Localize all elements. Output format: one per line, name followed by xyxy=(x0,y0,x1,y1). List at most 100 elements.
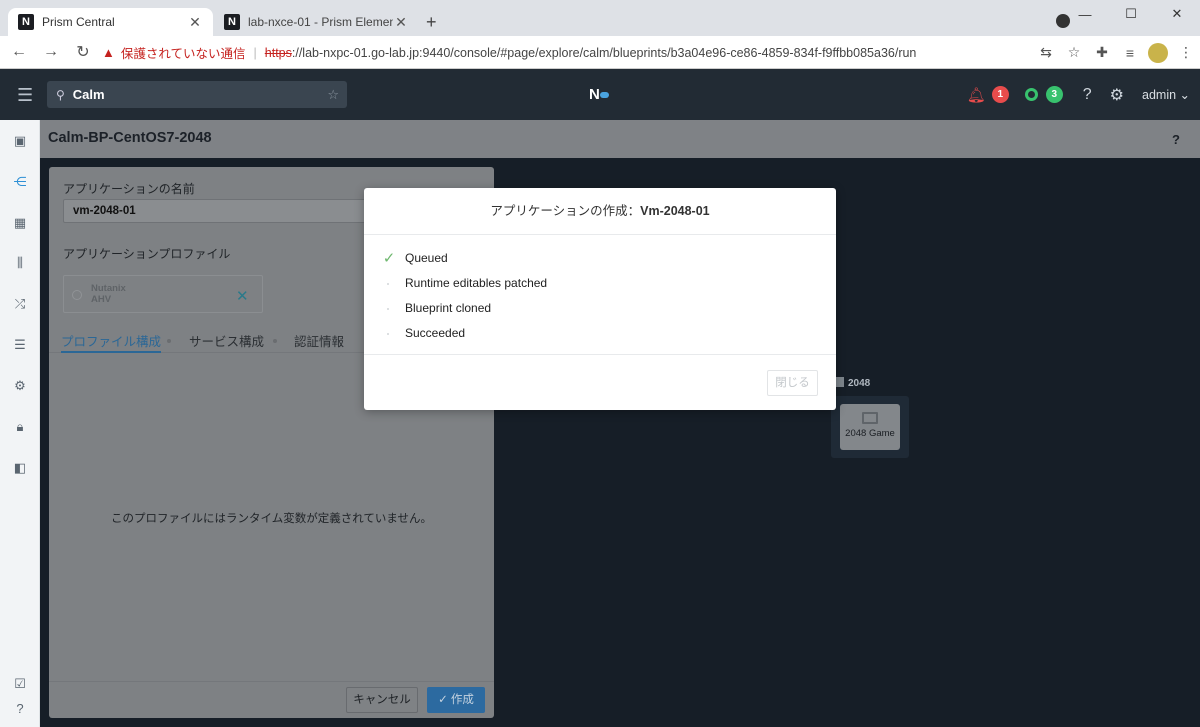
tab-title: lab-nxce-01 - Prism Element xyxy=(248,15,393,29)
url-text: ://lab-nxpc-01.go-lab.jp:9440/console/#p… xyxy=(291,45,917,60)
tab-separator-dot xyxy=(167,339,171,343)
profile-line1: Nutanix xyxy=(91,283,126,294)
page-title: Calm-BP-CentOS7-2048 xyxy=(48,130,212,146)
extensions-icon[interactable]: ✚ xyxy=(1088,44,1116,61)
tab-separator-dot xyxy=(273,339,277,343)
tab-close-icon[interactable]: ✕ xyxy=(187,14,203,31)
settings-gear-icon[interactable]: ⚙ xyxy=(1110,85,1124,105)
step-label: Queued xyxy=(405,251,448,265)
new-tab-button[interactable]: + xyxy=(426,12,437,33)
tab-prism-central[interactable]: N Prism Central ✕ xyxy=(8,8,213,36)
user-menu[interactable]: admin ⌄ xyxy=(1142,87,1190,102)
nutanix-favicon-icon: N xyxy=(18,14,34,30)
step-queued: ✓ Queued xyxy=(381,246,547,271)
task-ring-icon[interactable] xyxy=(1024,88,1038,101)
nutanix-favicon-icon: N xyxy=(224,14,240,30)
progress-steps: ✓ Queued Runtime editables patched Bluepr… xyxy=(381,246,547,346)
close-window-icon[interactable]: ✕ xyxy=(1154,0,1200,28)
task-count-badge[interactable]: 3 xyxy=(1045,86,1063,103)
back-icon[interactable]: ← xyxy=(6,43,32,61)
step-label: Blueprint cloned xyxy=(405,301,492,315)
step-label: Runtime editables patched xyxy=(405,276,548,290)
close-button[interactable]: 閉じる xyxy=(767,370,818,396)
browser-tabbar: N Prism Central ✕ N lab-nxce-01 - Prism … xyxy=(0,0,1200,36)
create-app-modal: アプリケーションの作成：Vm-2048-01 ✓ Queued Runtime e… xyxy=(364,188,836,410)
tab-service-config[interactable]: サービス構成 xyxy=(189,331,264,350)
modal-title-name: Vm-2048-01 xyxy=(640,204,710,218)
library-icon[interactable]: ⫼ xyxy=(12,256,28,270)
separator: | xyxy=(253,45,257,60)
app-name-input[interactable]: vm-2048-01 xyxy=(63,199,393,223)
step-label: Succeeded xyxy=(405,326,466,340)
logo-text: N xyxy=(589,86,600,103)
tab-prism-element[interactable]: N lab-nxce-01 - Prism Element ✕ xyxy=(214,8,419,36)
search-icon: ⚲ xyxy=(56,87,65,102)
create-label: 作成 xyxy=(450,694,474,706)
page-help-icon[interactable]: ? xyxy=(1172,132,1180,147)
forward-icon[interactable]: → xyxy=(38,43,64,61)
tab-close-icon[interactable]: ✕ xyxy=(393,14,409,31)
service-group-label: 2048 xyxy=(834,377,870,389)
panel-footer: キャンセル ✓ 作成 xyxy=(49,681,494,718)
maximize-icon[interactable]: ☐ xyxy=(1108,0,1154,28)
service-card[interactable]: 2048 Game xyxy=(840,404,900,450)
marketplace-bag-icon[interactable]: ▣ xyxy=(12,134,28,148)
pending-dot-icon xyxy=(387,283,389,285)
address-bar[interactable]: ▲ 保護されていない通信 | https ://lab-nxpc-01.go-l… xyxy=(92,40,1082,65)
modal-footer: 閉じる xyxy=(364,354,836,410)
blueprints-icon[interactable]: ⋲ xyxy=(12,175,28,189)
help-icon[interactable]: ? xyxy=(1083,86,1092,104)
nav-help-icon[interactable]: ? xyxy=(12,702,28,716)
header-actions: 🔔︎ 1 3 ? ⚙ admin ⌄ xyxy=(967,69,1200,120)
step-runtime-editables: Runtime editables patched xyxy=(381,271,547,296)
profile-card[interactable]: Nutanix AHV ✕ xyxy=(63,275,263,313)
empty-state-message: このプロファイルにはランタイム変数が定義されていません。 xyxy=(110,513,433,525)
hamburger-menu-icon[interactable]: ☰ xyxy=(17,85,33,106)
alert-count-badge[interactable]: 1 xyxy=(991,86,1009,103)
tab-title: Prism Central xyxy=(42,15,115,29)
security-label[interactable]: 保護されていない通信 xyxy=(121,43,246,62)
modal-title-prefix: アプリケーションの作成： xyxy=(490,204,641,218)
endpoints-icon[interactable]: ☰ xyxy=(12,338,28,352)
logo-mark xyxy=(599,92,609,99)
service-name: 2048 Game xyxy=(845,428,895,439)
warning-icon[interactable]: ▲ xyxy=(102,45,115,60)
cancel-button[interactable]: キャンセル xyxy=(346,687,418,713)
favorite-star-icon[interactable]: ☆ xyxy=(327,87,339,103)
url-scheme: https xyxy=(264,45,292,60)
calm-left-nav: ▣ ⋲ ▦ ⫼ ⤮ ☰ ⚙ 🔒︎ ◧ ☑ ? xyxy=(0,120,40,727)
nutanix-x-icon: ✕ xyxy=(236,288,249,305)
profile-name: Nutanix AHV xyxy=(91,283,126,305)
browser-actions: ⇆ ☆ ✚ ≡ ⋮ xyxy=(1032,36,1200,69)
tab-credentials[interactable]: 認証情報 xyxy=(294,331,344,350)
search-bar[interactable]: ⚲ Calm ☆ xyxy=(47,81,347,108)
minimize-icon[interactable]: — xyxy=(1062,0,1108,28)
modal-title: アプリケーションの作成：Vm-2048-01 xyxy=(364,188,836,235)
create-button[interactable]: ✓ 作成 xyxy=(427,687,485,713)
app-name-label: アプリケーションの名前 xyxy=(63,182,195,196)
pending-dot-icon xyxy=(387,308,389,310)
applications-grid-icon[interactable]: ▦ xyxy=(12,216,28,230)
browser-toolbar: ← → ↻ ▲ 保護されていない通信 | https ://lab-nxpc-0… xyxy=(0,36,1200,69)
profile-line2: AHV xyxy=(91,294,112,305)
bookmark-star-icon[interactable]: ☆ xyxy=(1060,44,1088,61)
tab-profile-config[interactable]: プロファイル構成 xyxy=(61,331,162,353)
policies-lock-icon[interactable]: 🔒︎ xyxy=(12,420,28,434)
menu-kebab-icon[interactable]: ⋮ xyxy=(1172,44,1200,61)
alert-bell-icon[interactable]: 🔔︎ xyxy=(967,86,986,104)
checklist-icon[interactable]: ☑ xyxy=(12,677,28,691)
search-input[interactable]: Calm xyxy=(73,87,328,102)
check-icon: ✓ xyxy=(382,250,396,267)
profile-radio[interactable] xyxy=(72,290,82,300)
user-avatar[interactable] xyxy=(1148,42,1168,63)
window-controls: — ☐ ✕ xyxy=(1062,0,1200,28)
vm-icon xyxy=(862,412,878,424)
nutanix-logo[interactable]: N xyxy=(589,86,609,103)
service-group-name: 2048 xyxy=(848,378,871,389)
media-icon[interactable]: ≡ xyxy=(1116,45,1144,61)
step-blueprint-cloned: Blueprint cloned xyxy=(381,296,547,321)
settings-cogs-icon[interactable]: ⚙ xyxy=(12,379,28,393)
runbooks-icon[interactable]: ⤮ xyxy=(12,297,28,311)
translate-icon[interactable]: ⇆ xyxy=(1032,44,1060,61)
projects-icon[interactable]: ◧ xyxy=(12,461,28,475)
